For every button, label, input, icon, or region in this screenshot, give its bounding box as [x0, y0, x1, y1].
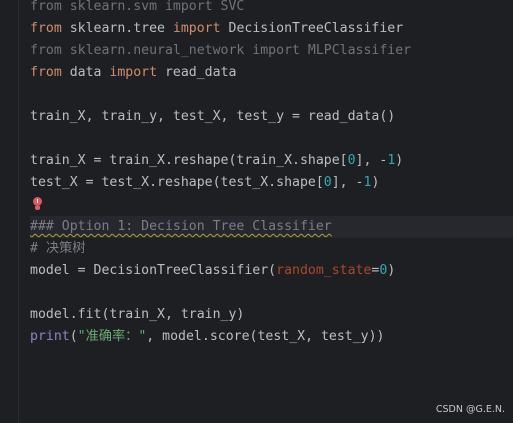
code-line-2[interactable]: from sklearn.tree import DecisionTreeCla…: [30, 18, 513, 40]
red-lightbulb-icon[interactable]: [32, 197, 42, 211]
code-line-10[interactable]: [30, 194, 513, 216]
code-text: ], -: [331, 175, 364, 190]
code-text: ): [387, 263, 396, 278]
keyword-from: from: [30, 65, 62, 80]
code-line-16[interactable]: print("准确率：", model.score(test_X, test_y…: [30, 326, 513, 348]
code-line-13[interactable]: model = DecisionTreeClassifier(random_st…: [30, 260, 513, 282]
code-text: model = DecisionTreeClassifier(: [30, 263, 277, 278]
code-text: train_X = train_X.reshape(train_X.shape[: [30, 153, 348, 168]
code-line-4[interactable]: from data import read_data: [30, 62, 513, 84]
module-name: data: [61, 65, 110, 80]
watermark: CSDN @G.E.N.: [435, 404, 505, 415]
import-name: read_data: [157, 65, 237, 80]
option-comment: ### Option 1: Decision Tree Classifier: [30, 219, 332, 234]
code-text: (: [69, 329, 78, 344]
code-line-14[interactable]: [30, 282, 513, 304]
code-text: ): [395, 153, 404, 168]
import-svc-text: from sklearn.svm import SVC: [30, 0, 245, 14]
number-literal: 0: [323, 175, 332, 190]
code-editor[interactable]: from sklearn.svm import SVC from sklearn…: [0, 0, 513, 423]
code-line-9[interactable]: test_X = test_X.reshape(test_X.shape[0],…: [30, 172, 513, 194]
string-literal: "准确率：": [77, 329, 147, 344]
code-line-15[interactable]: model.fit(train_X, train_y): [30, 304, 513, 326]
code-line-6[interactable]: train_X, train_y, test_X, test_y = read_…: [30, 106, 513, 128]
code-line-5[interactable]: [30, 84, 513, 106]
code-area[interactable]: from sklearn.svm import SVC from sklearn…: [30, 0, 513, 348]
number-literal: 0: [347, 153, 356, 168]
fit-statement: model.fit(train_X, train_y): [30, 307, 245, 322]
code-text: ], -: [355, 153, 388, 168]
code-line-3[interactable]: from sklearn.neural_network import MLPCl…: [30, 40, 513, 62]
code-line-8[interactable]: train_X = train_X.reshape(train_X.shape[…: [30, 150, 513, 172]
code-line-1[interactable]: from sklearn.svm import SVC: [30, 0, 513, 18]
import-mlp-text: from sklearn.neural_network import MLPCl…: [30, 43, 412, 58]
keyword-import: import: [109, 65, 158, 80]
keyword-from: from: [30, 21, 62, 36]
import-name: DecisionTreeClassifier: [220, 21, 404, 36]
keyword-import: import: [172, 21, 221, 36]
code-text: , model.score(test_X, test_y)): [146, 329, 385, 344]
code-line-11[interactable]: ### Option 1: Decision Tree Classifier: [30, 216, 513, 238]
code-line-7[interactable]: [30, 128, 513, 150]
decision-tree-comment: # 决策树: [30, 241, 86, 256]
gutter-divider: [18, 0, 19, 423]
builtin-print: print: [30, 329, 70, 344]
code-text: test_X = test_X.reshape(test_X.shape[: [30, 175, 324, 190]
read-data-statement: train_X, train_y, test_X, test_y = read_…: [30, 109, 396, 124]
param-name: random_state: [276, 263, 372, 278]
module-name: sklearn.tree: [61, 21, 173, 36]
code-text: ): [371, 175, 380, 190]
code-line-12[interactable]: # 决策树: [30, 238, 513, 260]
